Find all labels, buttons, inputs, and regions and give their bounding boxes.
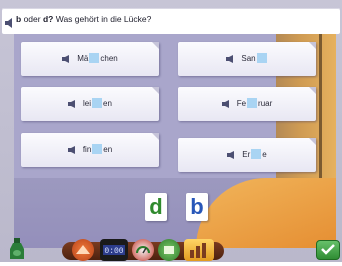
card-corner bbox=[309, 87, 316, 94]
word-3-before: lei bbox=[83, 99, 92, 108]
word-6: Er e bbox=[178, 149, 316, 161]
card-corner bbox=[152, 87, 159, 94]
exit-icon[interactable] bbox=[72, 239, 94, 261]
checkmark-icon bbox=[321, 244, 335, 255]
word-card-4[interactable]: Fe ruar bbox=[178, 87, 316, 121]
word-1: Mä chen bbox=[21, 53, 159, 65]
gauge-icon[interactable] bbox=[132, 239, 154, 261]
word-5-before: fin bbox=[82, 145, 92, 154]
question-text: b oder d? Was gehört in die Lücke? bbox=[16, 14, 151, 24]
stats-icon[interactable] bbox=[184, 239, 214, 261]
speaker-icon[interactable] bbox=[5, 15, 14, 33]
word-card-3[interactable]: lei en bbox=[21, 87, 159, 121]
word-1-after: chen bbox=[100, 54, 118, 63]
letter-gap[interactable] bbox=[89, 53, 100, 63]
letter-gap[interactable] bbox=[256, 53, 267, 63]
word-5: fin en bbox=[21, 144, 159, 156]
card-corner bbox=[152, 133, 159, 140]
letter-tile-b[interactable]: b bbox=[186, 193, 208, 221]
letter-gap[interactable] bbox=[92, 144, 103, 154]
word-card-2[interactable]: San bbox=[178, 42, 316, 76]
word-card-5[interactable]: fin en bbox=[21, 133, 159, 167]
speaker-icon[interactable] bbox=[227, 151, 236, 161]
check-button[interactable] bbox=[316, 240, 340, 260]
bottom-toolbar: 0:00 bbox=[0, 236, 342, 262]
word-5-after: en bbox=[103, 145, 113, 154]
map-icon[interactable] bbox=[158, 239, 180, 261]
card-corner bbox=[152, 42, 159, 49]
word-3-after: en bbox=[103, 99, 112, 108]
word-2: San bbox=[178, 53, 316, 65]
word-card-1[interactable]: Mä chen bbox=[21, 42, 159, 76]
word-4-after: ruar bbox=[258, 99, 273, 108]
letter-gap[interactable] bbox=[251, 149, 262, 159]
word-4: Fe ruar bbox=[178, 98, 316, 110]
word-4-before: Fe bbox=[236, 99, 247, 108]
speaker-icon[interactable] bbox=[67, 146, 77, 156]
word-1-before: Mä bbox=[77, 54, 89, 63]
card-corner bbox=[309, 138, 316, 145]
letter-tile-d[interactable]: d bbox=[145, 193, 167, 221]
question-rest: Was gehört in die Lücke? bbox=[55, 14, 152, 24]
word-3: lei en bbox=[21, 98, 159, 110]
card-corner bbox=[309, 42, 316, 49]
svg-text:0:00: 0:00 bbox=[104, 247, 123, 256]
question-bar: b oder d? Was gehört in die Lücke? bbox=[2, 8, 340, 34]
speaker-icon[interactable] bbox=[226, 55, 235, 65]
word-6-before: Er bbox=[242, 150, 251, 159]
letter-gap[interactable] bbox=[92, 98, 103, 108]
letter-gap[interactable] bbox=[247, 98, 258, 108]
question-oder: oder bbox=[23, 14, 41, 24]
word-card-6[interactable]: Er e bbox=[178, 138, 316, 172]
speaker-icon[interactable] bbox=[62, 55, 71, 65]
word-2-before: San bbox=[241, 54, 256, 63]
speaker-icon[interactable] bbox=[221, 100, 231, 110]
speaker-icon[interactable] bbox=[68, 100, 77, 110]
question-letter-b: b bbox=[16, 14, 22, 24]
question-letter-d: d? bbox=[42, 14, 54, 24]
clock-icon[interactable]: 0:00 bbox=[100, 239, 128, 261]
word-6-after: e bbox=[262, 150, 267, 159]
